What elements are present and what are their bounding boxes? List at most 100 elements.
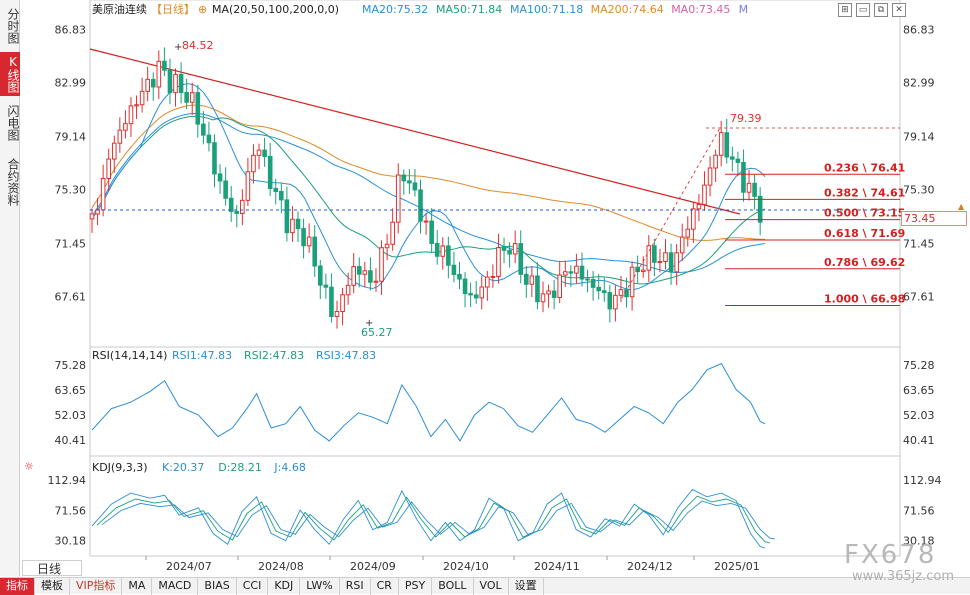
- kdj-legend-item: K:20.37: [162, 461, 204, 474]
- candle-body: [223, 180, 228, 199]
- candle-body: [468, 293, 473, 296]
- candle-body: [295, 218, 301, 230]
- toolbar-button-cci[interactable]: CCI: [237, 578, 269, 595]
- toolbar-button-bias[interactable]: BIAS: [198, 578, 237, 595]
- candle-body: [757, 195, 763, 223]
- toolbar-button-psy[interactable]: PSY: [399, 578, 433, 595]
- chart-canvas[interactable]: 美原油连续 【日线】 ⊕ MA(20,50,100,200,0,0) MA20:…: [20, 0, 970, 577]
- candle-body: [524, 273, 529, 285]
- tab-k-line-chart[interactable]: K线图: [0, 52, 20, 96]
- kdj-tick-label: 112.94: [48, 474, 87, 487]
- recent-high-annotation: 79.39: [730, 112, 762, 125]
- toolbar-button-模板[interactable]: 模板: [35, 578, 70, 595]
- high-marker: +: [174, 42, 182, 53]
- toolbar-button-设置[interactable]: 设置: [509, 578, 544, 595]
- ma-legend-item: MA0:73.45: [671, 3, 730, 16]
- rsi-legend-item: RSI1:47.83: [172, 349, 232, 362]
- main-left-axis: 86.83 82.99 79.14 75.30 71.45 67.61: [55, 23, 87, 303]
- fib-level-label: 1.000 \ 66.98: [824, 292, 905, 305]
- minimize-icon[interactable]: ▭: [856, 3, 870, 17]
- x-tick-label: 2024/12: [627, 560, 673, 573]
- ma-legend-item: MA100:71.18: [510, 3, 583, 16]
- candle-body: [184, 92, 189, 103]
- toolbar-button-macd[interactable]: MACD: [152, 578, 199, 595]
- watermark-url: www.365jz.com: [852, 569, 954, 584]
- candle-body: [640, 269, 646, 273]
- y-tick-label: 79.14: [903, 130, 935, 143]
- candle-body: [150, 78, 156, 88]
- toolbar-button-指标[interactable]: 指标: [0, 578, 35, 595]
- candle-body: [568, 271, 574, 274]
- candle-body: [535, 275, 540, 303]
- restore-icon[interactable]: ⧉: [874, 3, 888, 17]
- rsi-tick-label: 52.03: [903, 409, 935, 422]
- toolbar-button-boll[interactable]: BOLL: [432, 578, 474, 595]
- fibonacci-levels[interactable]: 0.236 \ 76.41 0.382 \ 74.61 0.500 \ 73.15 0…: [725, 161, 905, 306]
- x-tick-label: 2024/07: [166, 560, 212, 573]
- candle-body: [362, 270, 368, 275]
- fit-icon[interactable]: ⊞: [838, 3, 852, 17]
- period-selector[interactable]: 日线: [22, 560, 82, 576]
- candle-body: [501, 247, 507, 251]
- candle-body: [741, 161, 746, 193]
- toolbar-button-vip指标[interactable]: VIP指标: [70, 578, 123, 595]
- toolbar-button-vol[interactable]: VOL: [474, 578, 509, 595]
- rsi-legend-item: RSI3:47.83: [316, 349, 376, 362]
- settings-gear-icon[interactable]: ⊕: [198, 3, 207, 16]
- candle-body: [134, 104, 139, 107]
- kdj-legend: K:20.37 D:28.21 J:4.68: [162, 461, 306, 474]
- ma-legend-item: MA20:75.32: [362, 3, 428, 16]
- instrument-name: 美原油连续: [92, 2, 147, 16]
- candle-body: [473, 294, 479, 299]
- candle-body: [574, 265, 579, 274]
- tab-contract-info[interactable]: 合约资料: [0, 152, 20, 212]
- sun-icon[interactable]: ☼: [24, 460, 34, 473]
- candle-body: [462, 278, 468, 295]
- candle-body: [613, 294, 618, 310]
- candle-body: [384, 243, 390, 249]
- rsi-legend: RSI1:47.83 RSI2:47.83 RSI3:47.83: [172, 349, 376, 362]
- candle-body: [234, 210, 240, 214]
- rsi-title: RSI(14,14,14): [92, 349, 167, 362]
- candle-body: [440, 245, 446, 257]
- candle-body: [189, 92, 195, 103]
- x-tick-label: 2024/08: [258, 560, 304, 573]
- tab-flash-chart[interactable]: 闪电图: [0, 100, 20, 146]
- kdj-legend-item: J:4.68: [273, 461, 305, 474]
- candle-body: [262, 149, 267, 157]
- fib-level-label: 0.786 \ 69.62: [824, 256, 905, 269]
- ma-legend-item: MA50:71.84: [436, 3, 502, 16]
- x-tick-label: 2024/10: [443, 560, 489, 573]
- tab-time-chart[interactable]: 分时图: [0, 4, 20, 48]
- candlestick-series: [89, 47, 763, 329]
- candle-body: [301, 228, 306, 247]
- candle-body: [735, 158, 741, 163]
- main-right-axis: 86.83 82.99 79.14 75.30 71.45 67.61: [903, 23, 935, 303]
- candle-body: [418, 189, 423, 222]
- candle-body: [529, 275, 535, 285]
- close-icon[interactable]: ✕: [892, 3, 906, 17]
- candle-body: [106, 158, 112, 179]
- candle-body: [507, 249, 512, 255]
- candle-body: [451, 264, 457, 275]
- candle-body: [228, 197, 234, 212]
- candle-body: [557, 274, 563, 298]
- kdj-title: KDJ(9,3,3): [92, 461, 148, 474]
- toolbar-button-rsi[interactable]: RSI: [340, 578, 371, 595]
- y-tick-label: 82.99: [55, 77, 87, 90]
- candle-body: [679, 236, 685, 254]
- candle-body: [267, 155, 273, 189]
- toolbar-button-cr[interactable]: CR: [371, 578, 399, 595]
- rsi-tick-label: 40.41: [55, 434, 87, 447]
- toolbar-button-kdj[interactable]: KDJ: [268, 578, 301, 595]
- candle-body: [407, 180, 412, 184]
- x-tick-label: 2024/09: [350, 560, 396, 573]
- candle-body: [607, 292, 613, 310]
- candle-body: [317, 265, 323, 286]
- candle-body: [718, 132, 724, 156]
- toolbar-button-lw[interactable]: LW%: [300, 578, 340, 595]
- candle-body: [551, 290, 557, 298]
- toolbar-button-ma[interactable]: MA: [122, 578, 153, 595]
- candle-body: [162, 60, 167, 71]
- fib-level-label: 0.500 \ 73.15: [824, 207, 905, 220]
